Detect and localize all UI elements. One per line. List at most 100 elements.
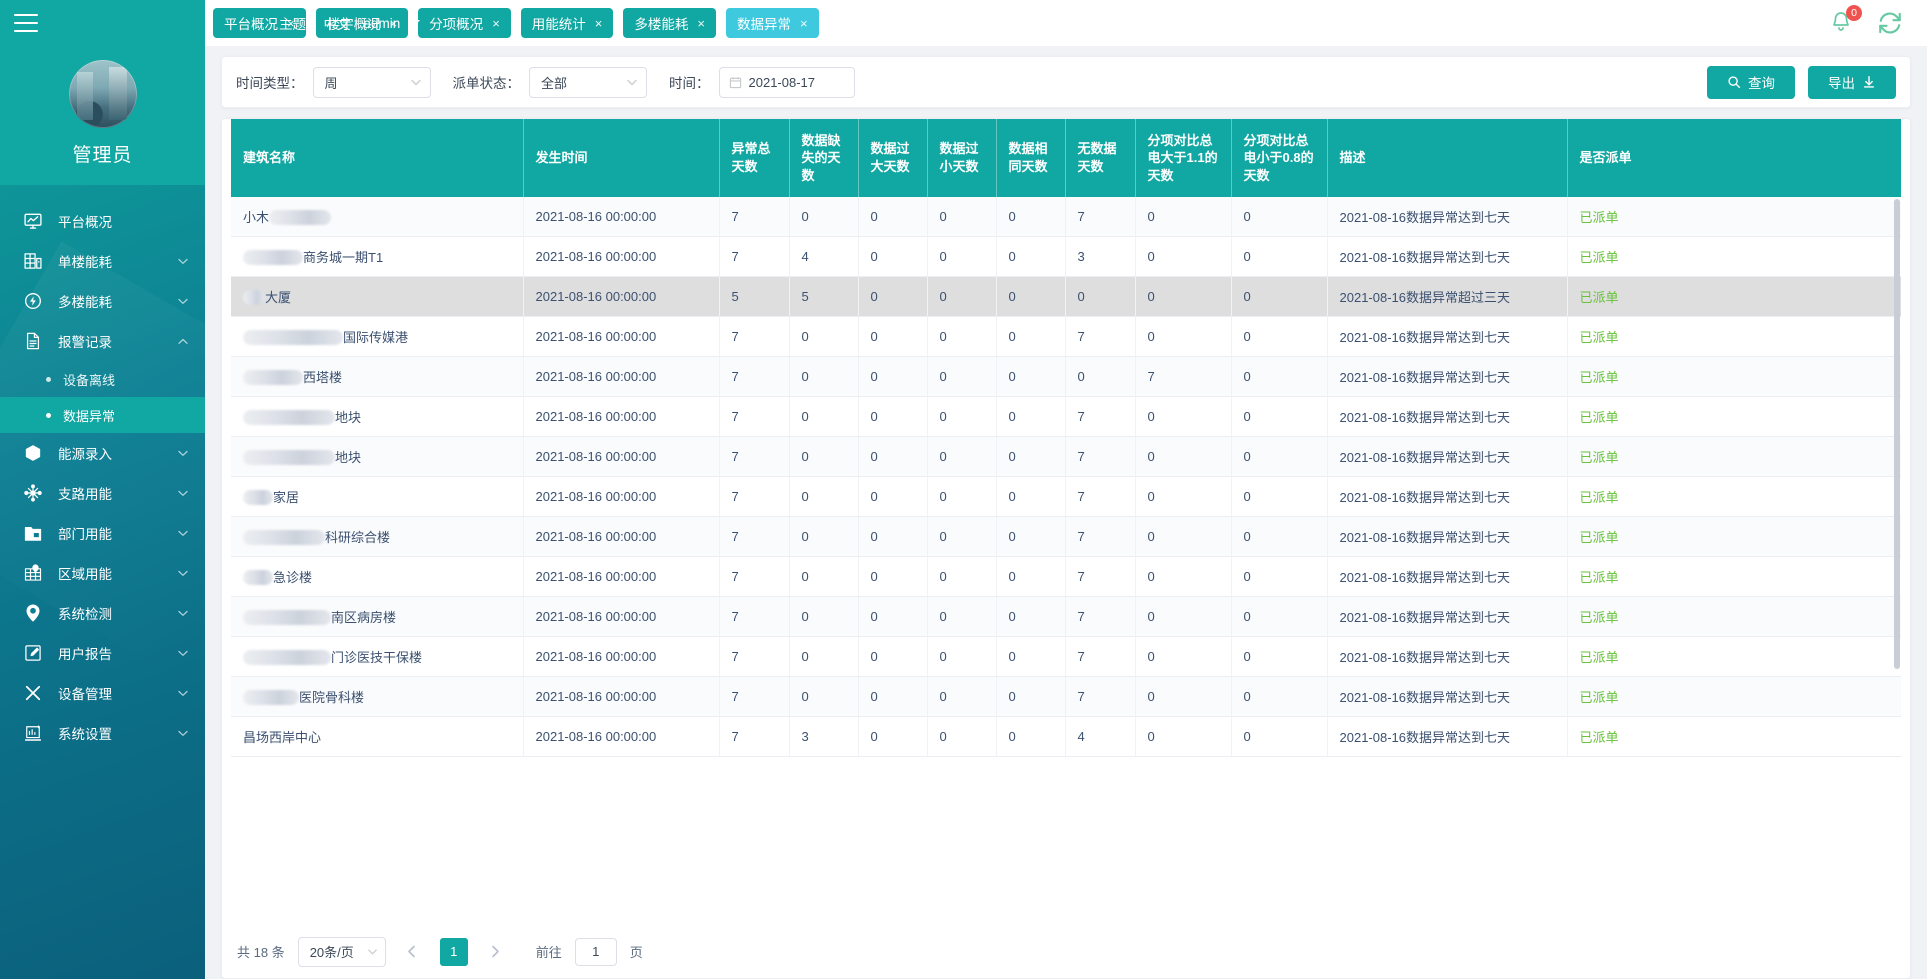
table-row[interactable]: 家居 2021-08-16 00:00:00 7 0 0 0 0 7 0 0 2021-08-16数… [231,476,1901,517]
chevron-down-icon[interactable] [177,487,189,499]
sidebar-item-8[interactable]: 区域用能 [0,553,205,593]
table-row[interactable]: 西塔楼 2021-08-16 00:00:00 7 0 0 0 0 0 7 0 2021-08-16… [231,356,1901,397]
column-header-8[interactable]: 无数据天数 [1065,119,1136,197]
avatar[interactable] [68,60,137,128]
sidebar-item-3[interactable]: 多楼能耗 [0,281,205,321]
dispatch-status-link[interactable]: 已派单 [1580,690,1619,705]
chevron-down-icon[interactable] [410,20,421,26]
user-label[interactable]: admin [364,16,401,31]
dispatch-status-link[interactable]: 已派单 [1580,210,1619,225]
tab-6[interactable]: 数据异常 × [725,8,819,38]
dispatch-status-link[interactable]: 已派单 [1580,450,1619,465]
table-row[interactable]: 大厦 2021-08-16 00:00:00 5 5 0 0 0 0 0 0 2021-08-16数… [231,276,1901,317]
chevron-down-icon[interactable] [177,295,189,307]
column-header-11[interactable]: 描述 [1327,119,1568,197]
sidebar-item-7[interactable]: 部门用能 [0,513,205,553]
column-header-2[interactable]: 发生时间 [523,119,720,197]
refresh-icon[interactable] [1877,10,1903,36]
vertical-scrollbar[interactable] [1894,199,1900,669]
export-button[interactable]: 导出 [1808,65,1896,99]
cell-time: 2021-08-16 00:00:00 [523,436,720,477]
tab-close-icon[interactable]: × [800,17,808,30]
sidebar-item-6[interactable]: 支路用能 [0,473,205,513]
theme-label[interactable]: 主题 [279,13,306,33]
dispatch-status-link[interactable]: 已派单 [1580,530,1619,545]
chevron-down-icon[interactable] [177,567,189,579]
chevron-up-icon[interactable] [177,335,189,347]
chevron-down-icon[interactable] [177,255,189,267]
tab-5[interactable]: 多楼能耗 × [623,8,716,38]
chevron-down-icon[interactable] [177,727,189,739]
sidebar-item-11[interactable]: 设备管理 [0,673,205,713]
date-input[interactable]: 2021-08-17 [718,66,855,98]
page-size-select[interactable]: 20条/页 [297,936,386,967]
dispatch-status-link[interactable]: 已派单 [1580,290,1619,305]
cell-building-name: 国际传媒港 [231,316,524,357]
column-header-6[interactable]: 数据过小天数 [927,119,997,197]
chevron-down-icon[interactable] [177,687,189,699]
table-row[interactable]: 科研综合楼 2021-08-16 00:00:00 7 0 0 0 0 7 0 0 2021-08-… [231,516,1901,557]
chevron-down-icon[interactable] [177,447,189,459]
sidebar-subitem-4-1[interactable]: 设备离线 [0,361,205,397]
chevron-down-icon[interactable] [177,527,189,539]
column-header-3[interactable]: 异常总天数 [719,119,790,197]
cell-dispatch: 已派单 [1567,596,1901,637]
column-header-9[interactable]: 分项对比总电大于1.1的天数 [1135,119,1232,197]
table-row[interactable]: 地块 2021-08-16 00:00:00 7 0 0 0 0 7 0 0 2021-08-16数… [231,436,1901,477]
tab-close-icon[interactable]: × [492,17,500,30]
dispatch-status-link[interactable]: 已派单 [1580,410,1619,425]
jump-page-input[interactable] [574,937,617,966]
language-label[interactable]: 中文 [324,13,351,33]
cell-too-small: 0 [927,197,997,237]
table-row[interactable]: 地块 2021-08-16 00:00:00 7 0 0 0 0 7 0 0 2021-08-16数… [231,396,1901,437]
dispatch-status-link[interactable]: 已派单 [1580,490,1619,505]
tab-4[interactable]: 用能统计 × [520,8,614,38]
cell-time: 2021-08-16 00:00:00 [523,316,720,357]
table-row[interactable]: 急诊楼 2021-08-16 00:00:00 7 0 0 0 0 7 0 0 2021-08-16… [231,556,1901,597]
sidebar-subitem-4-2[interactable]: 数据异常 [0,397,205,433]
dispatch-status-link[interactable]: 已派单 [1580,370,1619,385]
filter-actions: 查询 导出 [1707,65,1896,99]
column-header-7[interactable]: 数据相同天数 [996,119,1066,197]
dispatch-status-link[interactable]: 已派单 [1580,250,1619,265]
column-header-10[interactable]: 分项对比总电小于0.8的天数 [1231,119,1328,197]
dispatch-status-link[interactable]: 已派单 [1580,330,1619,345]
sidebar-item-1[interactable]: 平台概况 [0,201,205,241]
dispatch-status-link[interactable]: 已派单 [1580,610,1619,625]
tab-close-icon[interactable]: × [595,17,603,30]
table-row[interactable]: 昌场西岸中心 2021-08-16 00:00:00 7 3 0 0 0 4 0 0 2021-08… [231,716,1901,757]
dispatch-status-link[interactable]: 已派单 [1580,730,1619,745]
column-header-1[interactable]: 建筑名称 [231,119,524,197]
sidebar-item-2[interactable]: 单楼能耗 [0,241,205,281]
column-header-5[interactable]: 数据过大天数 [858,119,928,197]
table-row[interactable]: 南区病房楼 2021-08-16 00:00:00 7 0 0 0 0 7 0 0 2021-08-… [231,596,1901,637]
sidebar-item-12[interactable]: 系统设置 [0,713,205,753]
bell-icon[interactable]: 0 [1829,5,1862,36]
tab-3[interactable]: 分项概况 × [418,8,511,38]
next-page-button[interactable] [483,938,509,966]
column-header-4[interactable]: 数据缺失的天数 [789,119,859,197]
dispatch-status-link[interactable]: 已派单 [1580,570,1619,585]
sidebar-item-5[interactable]: 能源录入 [0,433,205,473]
page-number-1[interactable]: 1 [439,937,468,966]
chevron-down-icon[interactable] [177,607,189,619]
sidebar-item-9[interactable]: 系统检测 [0,593,205,633]
sidebar-item-10[interactable]: 用户报告 [0,633,205,673]
table-row[interactable]: 门诊医技干保楼 2021-08-16 00:00:00 7 0 0 0 0 7 0 0 2021-0… [231,636,1901,677]
redacted-name-block [269,210,332,225]
dispatch-status-link[interactable]: 已派单 [1580,650,1619,665]
chevron-down-icon[interactable] [177,647,189,659]
dispatch-status-select[interactable]: 全部 [529,66,647,98]
sidebar-item-4[interactable]: 报警记录 [0,321,205,361]
tab-close-icon[interactable]: × [697,17,705,30]
column-header-12[interactable]: 是否派单 [1567,119,1901,197]
cell-same: 0 [996,676,1066,717]
table-row[interactable]: 医院骨科楼 2021-08-16 00:00:00 7 0 0 0 0 7 0 0 2021-08-… [231,676,1901,717]
search-button[interactable]: 查询 [1707,65,1795,99]
table-row[interactable]: 国际传媒港 2021-08-16 00:00:00 7 0 0 0 0 7 0 0 2021-08-… [231,316,1901,357]
hamburger-icon[interactable] [14,14,38,32]
prev-page-button[interactable] [399,938,425,966]
table-row[interactable]: 小木 2021-08-16 00:00:00 7 0 0 0 0 7 0 0 2021-08-16数… [231,197,1901,237]
time-type-select[interactable]: 周 [312,66,431,98]
table-row[interactable]: 商务城一期T1 2021-08-16 00:00:00 7 4 0 0 0 3 0 0 2021-0… [231,236,1901,277]
